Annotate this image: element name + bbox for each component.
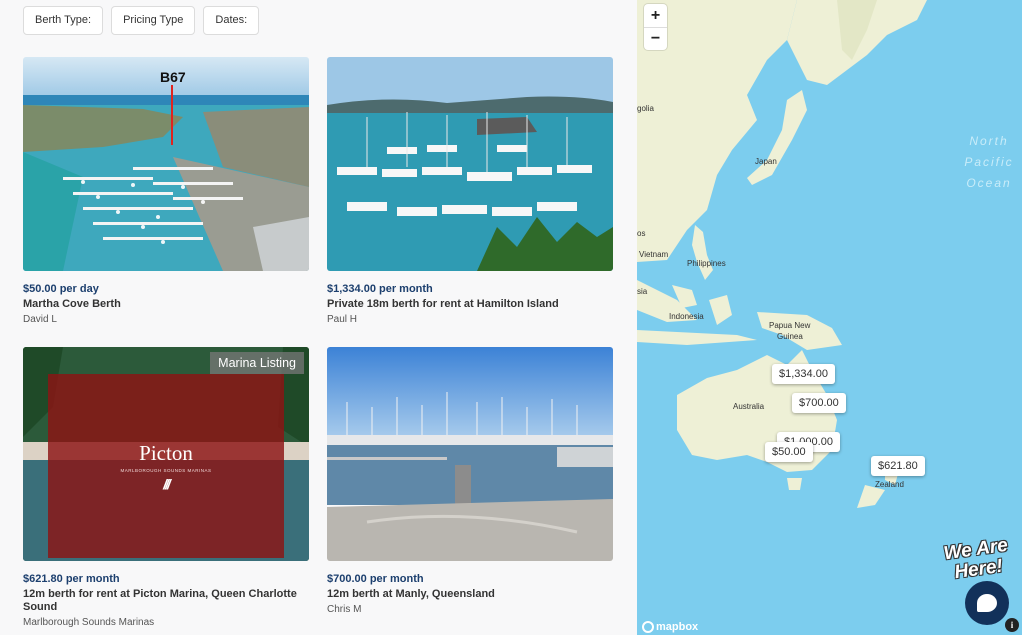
map-label-png-2: Guinea	[777, 332, 803, 341]
chat-bubble-icon	[977, 594, 997, 612]
chat-launcher-button[interactable]	[965, 581, 1009, 625]
map-label-malaysia-edge: sia	[637, 287, 648, 296]
listing-price: $1,334.00 per month	[327, 283, 613, 295]
listing-owner: David L	[23, 314, 57, 325]
listing-card[interactable]: $1,334.00 per month Private 18m berth fo…	[327, 57, 613, 325]
marina-logo: Picton MARLBOROUGH SOUNDS MARINAS ///	[48, 374, 284, 558]
price-pin[interactable]: $1,334.00	[772, 364, 835, 384]
ocean-label-line: Ocean	[966, 176, 1012, 190]
mapbox-logo-text: mapbox	[656, 621, 699, 633]
mapbox-logo[interactable]: mapbox	[642, 621, 698, 633]
listing-owner: Marlborough Sounds Marinas	[23, 617, 155, 628]
ocean-label-line: North	[969, 134, 1009, 148]
map-panel[interactable]: + − golia Japan os Vietnam Philippines s…	[637, 0, 1022, 635]
map-label-zealand: Zealand	[875, 480, 904, 489]
price-pin[interactable]: $700.00	[792, 393, 846, 413]
price-amount: $621.80	[23, 573, 63, 585]
listing-price: $50.00 per day	[23, 283, 309, 295]
map-label-laos-edge: os	[637, 229, 646, 238]
filter-bar: Berth Type: Pricing Type Dates:	[23, 6, 260, 35]
listing-title[interactable]: Martha Cove Berth	[23, 298, 309, 311]
marina-logo-subtitle: MARLBOROUGH SOUNDS MARINAS	[120, 467, 212, 473]
listing-photo[interactable]	[327, 57, 613, 271]
berth-marker-label: B67	[160, 69, 186, 85]
price-period: per month	[366, 573, 424, 585]
listing-card[interactable]: $700.00 per month 12m berth at Manly, Qu…	[327, 347, 613, 615]
map-label-png-1: Papua New	[769, 321, 811, 330]
price-amount: $50.00	[23, 283, 57, 295]
marina-logo-text: Picton	[139, 440, 193, 465]
listing-owner: Paul H	[327, 314, 358, 325]
mapbox-logo-icon	[642, 621, 654, 633]
listing-card[interactable]: B67 $50.00 per day Martha Cove Berth Dav…	[23, 57, 309, 325]
listing-card[interactable]: Picton MARLBOROUGH SOUNDS MARINAS /// Ma…	[23, 347, 309, 628]
price-amount: $1,334.00	[327, 283, 376, 295]
listing-owner: Chris M	[327, 604, 362, 615]
price-period: per day	[56, 283, 99, 295]
listing-photo[interactable]	[327, 347, 613, 561]
listing-title[interactable]: Private 18m berth for rent at Hamilton I…	[327, 298, 613, 311]
listing-photo[interactable]: B67	[23, 57, 309, 271]
map-label-japan: Japan	[755, 157, 777, 166]
map-label-vietnam: Vietnam	[639, 250, 669, 259]
ocean-label: North Pacific Ocean	[959, 131, 1019, 194]
map-label-indonesia: Indonesia	[669, 312, 704, 321]
listing-price: $621.80 per month	[23, 573, 309, 585]
listing-photo[interactable]: Picton MARLBOROUGH SOUNDS MARINAS /// Ma…	[23, 347, 309, 561]
zoom-control: + −	[644, 4, 667, 50]
listings-pane: Berth Type: Pricing Type Dates: B67 $50.…	[0, 0, 637, 635]
price-pin[interactable]: $50.00	[765, 442, 813, 462]
price-period: per month	[375, 283, 433, 295]
map-label-philippines: Philippines	[687, 259, 726, 268]
berth-type-filter[interactable]: Berth Type:	[23, 6, 104, 35]
listing-title[interactable]: 12m berth at Manly, Queensland	[327, 588, 613, 601]
ocean-label-line: Pacific	[964, 155, 1014, 169]
listing-price: $700.00 per month	[327, 573, 613, 585]
map-label-australia: Australia	[733, 402, 765, 411]
zoom-in-button[interactable]: +	[644, 4, 667, 27]
marina-listing-badge: Marina Listing	[210, 352, 304, 374]
pricing-type-filter[interactable]: Pricing Type	[111, 6, 196, 35]
zoom-out-button[interactable]: −	[644, 27, 667, 50]
info-icon[interactable]: i	[1005, 618, 1019, 632]
marina-logo-mark: ///	[163, 475, 171, 492]
dates-filter[interactable]: Dates:	[203, 6, 260, 35]
price-amount: $700.00	[327, 573, 367, 585]
price-period: per month	[62, 573, 120, 585]
listing-title[interactable]: 12m berth for rent at Picton Marina, Que…	[23, 588, 309, 614]
price-pin[interactable]: $621.80	[871, 456, 925, 476]
map-label-mongolia: golia	[637, 104, 654, 113]
